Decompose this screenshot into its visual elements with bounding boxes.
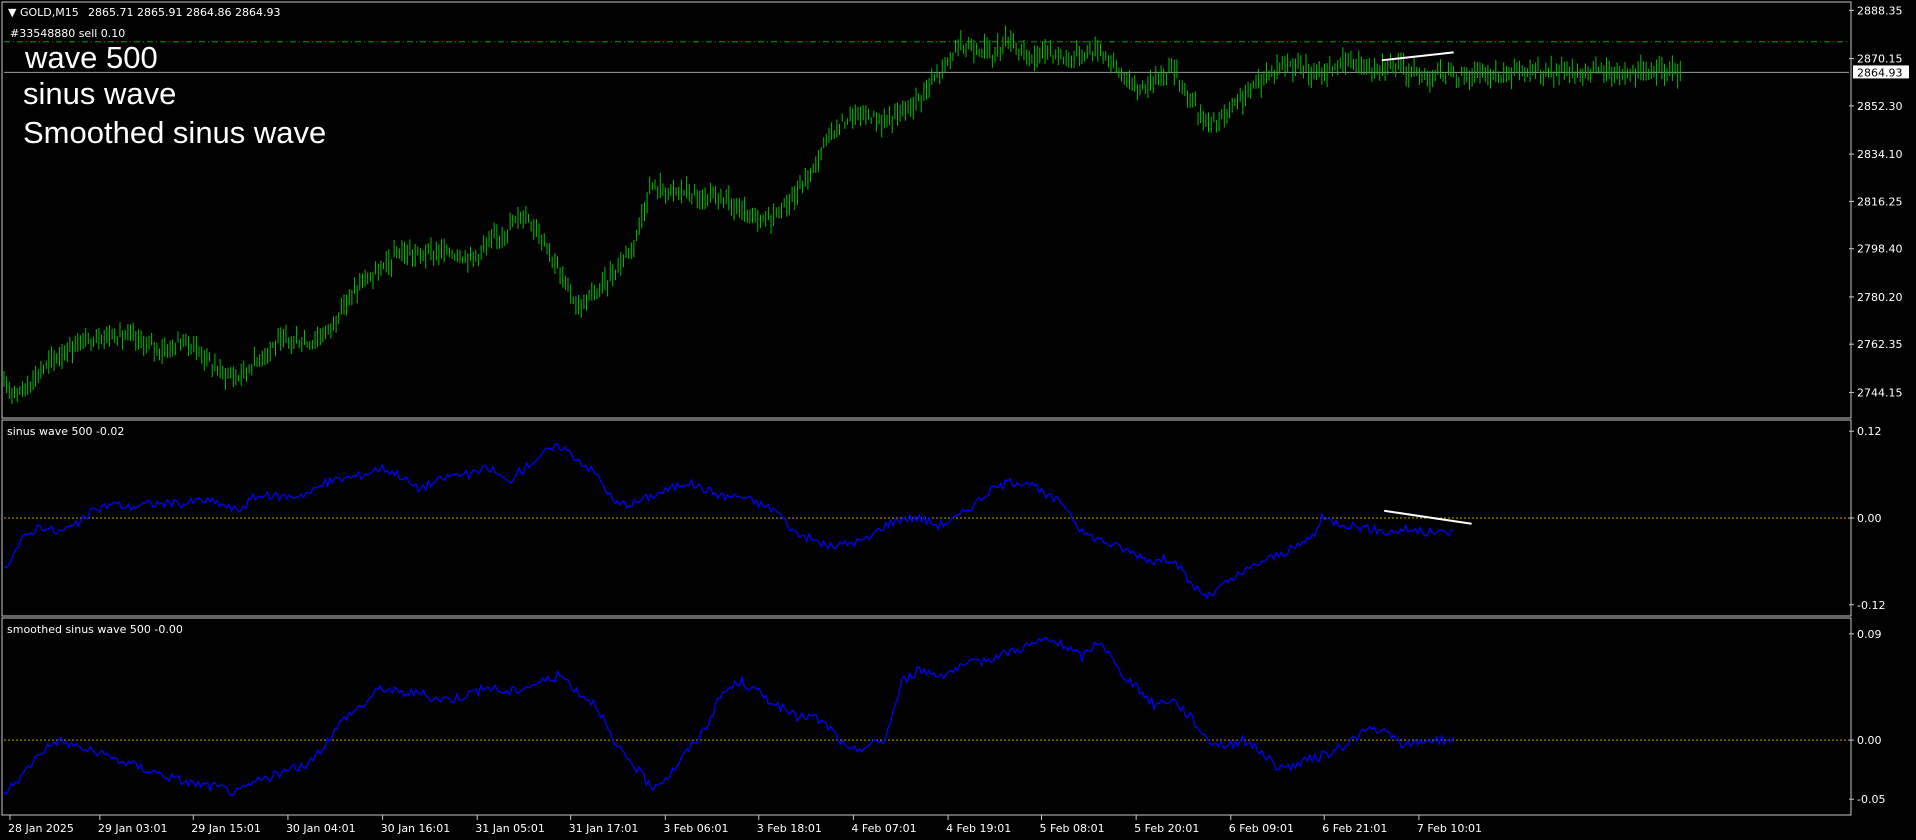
smoothed-pane-label: smoothed sinus wave 500 -0.00 bbox=[7, 623, 183, 636]
time-tick-label: 6 Feb 09:01 bbox=[1229, 822, 1294, 835]
price-axis-tick-label: 2834.10 bbox=[1857, 148, 1903, 161]
overlay-text-smoothed: Smoothed sinus wave bbox=[23, 115, 326, 150]
price-axis-tick-label: 2816.25 bbox=[1857, 195, 1903, 208]
smoothed-axis-tick-label: -0.05 bbox=[1857, 793, 1885, 806]
sinus-axis-tick-label: 0.12 bbox=[1857, 425, 1882, 438]
chart-window[interactable]: 2888.35 2870.15 2852.30 2834.10 2816.25 2798.… bbox=[0, 0, 1916, 840]
ohlc-readout: 2865.71 2865.91 2864.86 2864.93 bbox=[88, 6, 280, 19]
sinus-axis-tick-label: 0.00 bbox=[1857, 512, 1882, 525]
price-axis[interactable]: 2888.35 2870.15 2852.30 2834.10 2816.25 2798.… bbox=[1849, 4, 1909, 399]
price-axis-tick-label: 2798.40 bbox=[1857, 243, 1903, 256]
price-axis-tick-label: 2762.35 bbox=[1857, 338, 1903, 351]
sinus-pane-label: sinus wave 500 -0.02 bbox=[7, 425, 124, 438]
time-tick-label: 29 Jan 15:01 bbox=[191, 822, 261, 835]
overlay-text-sinus: sinus wave bbox=[23, 76, 176, 111]
smoothed-axis-tick-label: 0.09 bbox=[1857, 628, 1882, 641]
time-tick-label: 31 Jan 17:01 bbox=[569, 822, 639, 835]
price-axis-tick-label: 2744.15 bbox=[1857, 386, 1903, 399]
time-tick-label: 28 Jan 2025 bbox=[8, 822, 74, 835]
price-axis-tick-label: 2780.20 bbox=[1857, 291, 1903, 304]
time-tick-label: 7 Feb 10:01 bbox=[1417, 822, 1482, 835]
time-tick-label: 3 Feb 06:01 bbox=[663, 822, 728, 835]
time-tick-label: 31 Jan 05:01 bbox=[475, 822, 545, 835]
time-tick-label: 29 Jan 03:01 bbox=[98, 822, 168, 835]
symbol-label: GOLD,M15 bbox=[20, 6, 79, 19]
time-tick-label: 5 Feb 20:01 bbox=[1134, 822, 1199, 835]
time-tick-label: 5 Feb 08:01 bbox=[1040, 822, 1105, 835]
time-tick-label: 30 Jan 16:01 bbox=[381, 822, 451, 835]
time-tick-label: 30 Jan 04:01 bbox=[286, 822, 356, 835]
price-axis-tick-label: 2888.35 bbox=[1857, 4, 1903, 17]
overlay-text-wave: wave 500 bbox=[24, 40, 158, 75]
price-axis-tick-label: 2852.30 bbox=[1857, 100, 1903, 113]
time-tick-label: 3 Feb 18:01 bbox=[757, 822, 822, 835]
time-tick-label: 6 Feb 21:01 bbox=[1322, 822, 1387, 835]
time-tick-label: 4 Feb 19:01 bbox=[946, 822, 1011, 835]
order-label: #33548880 sell 0.10 bbox=[10, 27, 125, 40]
dropdown-arrow-icon[interactable]: ▼ bbox=[8, 6, 17, 19]
time-tick-label: 4 Feb 07:01 bbox=[851, 822, 916, 835]
smoothed-axis-tick-label: 0.00 bbox=[1857, 734, 1882, 747]
price-axis-tick-label: 2870.15 bbox=[1857, 53, 1903, 66]
current-price-label: 2864.93 bbox=[1857, 66, 1903, 79]
sinus-axis-tick-label: -0.12 bbox=[1857, 599, 1885, 612]
